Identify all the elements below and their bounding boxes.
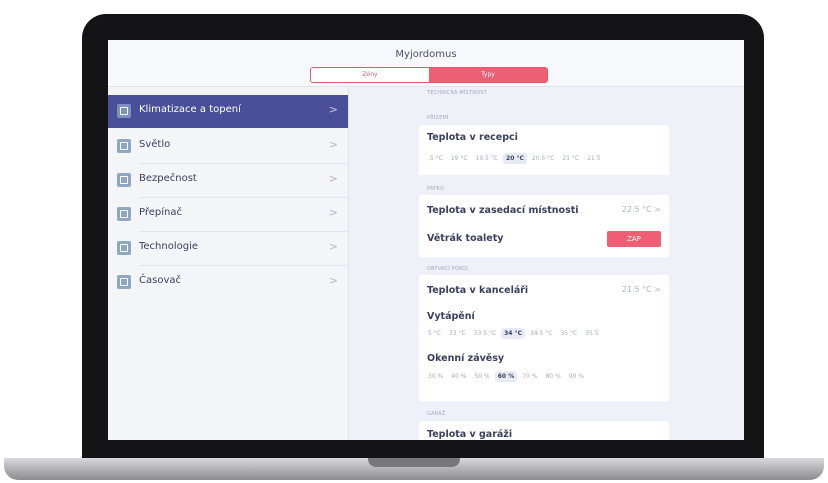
- window-blinds-picker: 30 % 40 % 50 % 60 % 70 % 80 % 90 %: [425, 371, 587, 382]
- heating-picker: 5 °C 33 °C 33.5 °C 34 °C 34.5 °C 35 °C 3…: [425, 328, 602, 339]
- sidebar-item-timer[interactable]: Časovač >: [108, 266, 348, 299]
- window-blinds-title: Okenní závěsy: [427, 353, 505, 364]
- heating-option[interactable]: 33 °C: [446, 328, 469, 339]
- section-title-garage: GARÁŽ: [427, 411, 446, 417]
- card-reception: Teplota v recepci .5 °C 19 °C 19.5 °C 20…: [419, 125, 669, 175]
- security-icon: [117, 173, 131, 187]
- card-garage: Teplota v garáži: [419, 421, 669, 440]
- section-title-floor: PATRO: [427, 186, 445, 192]
- sidebar-item-label: Bezpečnost: [139, 173, 197, 184]
- app-screen: Myjordomus Zóny Typy Klimatizace a topen…: [108, 40, 744, 440]
- sidebar-item-label: Světlo: [139, 139, 171, 150]
- blinds-option[interactable]: 80 %: [542, 371, 563, 382]
- section-title-living-room: OBÝVACÍ POKOJ: [427, 266, 469, 272]
- heating-option[interactable]: 33.5 °C: [471, 328, 499, 339]
- card-floor: Teplota v zasedací místnosti 22.5 °C > V…: [419, 195, 669, 257]
- temperature-option-selected[interactable]: 20 °C: [503, 153, 527, 164]
- timer-icon: [117, 275, 131, 289]
- chevron-right-icon: >: [328, 240, 338, 253]
- sidebar-item-label: Technologie: [139, 241, 199, 252]
- temperature-option[interactable]: 19 °C: [448, 153, 471, 164]
- garage-temperature-title[interactable]: Teplota v garáži: [427, 429, 512, 440]
- sidebar-item-light[interactable]: Světlo >: [108, 130, 348, 163]
- section-title-technical-room: TECHNICKÁ MÍSTNOST: [427, 90, 487, 96]
- office-temperature-title[interactable]: Teplota v kanceláři: [427, 285, 528, 296]
- light-icon: [117, 139, 131, 153]
- reception-temperature-title: Teplota v recepci: [427, 132, 518, 143]
- sidebar-item-technology[interactable]: Technologie >: [108, 232, 348, 265]
- office-temperature-value[interactable]: 21.5 °C >: [622, 285, 661, 294]
- sidebar: Klimatizace a topení > Světlo > Bezpečno…: [108, 87, 349, 440]
- blinds-option[interactable]: 30 %: [425, 371, 446, 382]
- toilet-fan-toggle[interactable]: ZAP: [607, 231, 661, 247]
- segment-zones[interactable]: Zóny: [311, 68, 429, 82]
- temperature-option[interactable]: 19.5 °C: [473, 153, 501, 164]
- blinds-option[interactable]: 70 %: [519, 371, 540, 382]
- card-living-room: Teplota v kanceláři 21.5 °C > Vytápění 5…: [419, 275, 669, 401]
- heating-option[interactable]: 34.5 °C: [527, 328, 555, 339]
- meeting-room-temperature-title[interactable]: Teplota v zasedací místnosti: [427, 205, 579, 216]
- chevron-right-icon: >: [328, 274, 338, 287]
- temperature-option[interactable]: 21 °C: [559, 153, 582, 164]
- blinds-option-selected[interactable]: 60 %: [494, 371, 518, 382]
- chevron-right-icon: >: [328, 172, 338, 185]
- app-title: Myjordomus: [395, 49, 457, 60]
- temperature-option[interactable]: 21.5: [584, 153, 603, 164]
- reception-temperature-picker: .5 °C 19 °C 19.5 °C 20 °C 20.5 °C 21 °C …: [425, 153, 603, 164]
- blinds-option[interactable]: 50 %: [472, 371, 493, 382]
- chevron-right-icon: >: [328, 206, 338, 219]
- temperature-option[interactable]: 20.5 °C: [529, 153, 557, 164]
- blinds-option[interactable]: 40 %: [448, 371, 469, 382]
- heating-option[interactable]: 35.5: [582, 328, 601, 339]
- blinds-option[interactable]: 90 %: [566, 371, 587, 382]
- heating-option[interactable]: 5 °C: [425, 328, 444, 339]
- thermostat-icon: [117, 104, 131, 118]
- segment-types[interactable]: Typy: [429, 68, 547, 82]
- technology-icon: [117, 241, 131, 255]
- heating-title: Vytápění: [427, 311, 475, 322]
- chevron-right-icon: >: [328, 138, 338, 151]
- heating-option[interactable]: 35 °C: [557, 328, 580, 339]
- content-panel: TECHNICKÁ MÍSTNOST PŘÍZEMÍ Teplota v rec…: [349, 87, 744, 440]
- chevron-right-icon: >: [328, 103, 338, 116]
- sidebar-item-label: Přepínač: [139, 207, 182, 218]
- temperature-option[interactable]: .5 °C: [425, 153, 446, 164]
- meeting-room-temperature-value[interactable]: 22.5 °C >: [622, 205, 661, 214]
- top-bar: Myjordomus Zóny Typy: [108, 40, 744, 87]
- sidebar-item-label: Časovač: [139, 275, 181, 286]
- heating-option-selected[interactable]: 34 °C: [501, 328, 525, 339]
- sidebar-item-label: Klimatizace a topení: [139, 104, 241, 115]
- sidebar-item-climate[interactable]: Klimatizace a topení >: [108, 95, 348, 128]
- sidebar-item-switch[interactable]: Přepínač >: [108, 198, 348, 231]
- segmented-control: Zóny Typy: [310, 67, 548, 83]
- toilet-fan-title: Větrák toalety: [427, 233, 504, 244]
- switch-icon: [117, 207, 131, 221]
- section-title-ground-floor: PŘÍZEMÍ: [427, 115, 449, 121]
- laptop-notch: [368, 458, 460, 467]
- sidebar-item-security[interactable]: Bezpečnost >: [108, 164, 348, 197]
